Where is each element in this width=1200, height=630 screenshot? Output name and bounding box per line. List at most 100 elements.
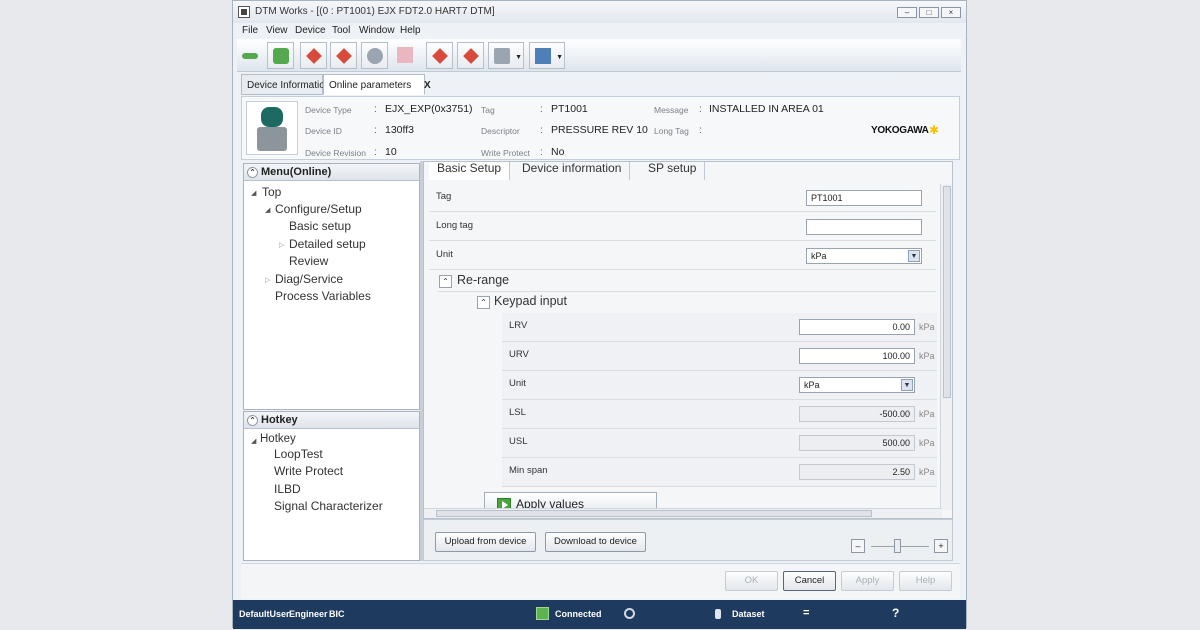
menu-window[interactable]: Window [359, 25, 395, 36]
expanded-caret-icon[interactable]: ◢ [251, 189, 256, 197]
chevron-down-icon[interactable]: ▼ [901, 379, 913, 391]
tab-device-information[interactable]: Device Information [241, 74, 330, 95]
zoom-out-icon[interactable]: – [851, 539, 865, 553]
usl-row: USL 500.00 kPa [502, 429, 937, 458]
write-protect-value: No [551, 146, 565, 158]
unit2-row: Unit kPa ▼ [502, 371, 937, 400]
device-revision-label: Device Revision [305, 148, 366, 158]
colon: : [699, 104, 702, 115]
zoom-in-icon[interactable]: + [934, 539, 948, 553]
urv-unit: kPa [919, 351, 935, 361]
upload-device-button[interactable] [300, 42, 327, 69]
hotkey-item-looptest[interactable]: LoopTest [274, 447, 323, 461]
export-icon [432, 48, 448, 64]
lrv-input[interactable]: 0.00 [799, 319, 915, 335]
collapse-icon[interactable]: ⌃ [247, 415, 258, 426]
title-bar: DTM Works - [(0 : PT1001) EJX FDT2.0 HAR… [233, 1, 966, 23]
colon: : [374, 104, 377, 115]
expanded-caret-icon[interactable]: ◢ [265, 206, 270, 214]
unit-row: Unit kPa ▼ [429, 242, 936, 270]
long-tag-input[interactable] [806, 219, 922, 235]
maximize-button[interactable]: □ [919, 7, 939, 18]
horizontal-scrollbar[interactable] [424, 508, 942, 518]
online-connect-button[interactable] [267, 42, 294, 69]
status-code: BIC [329, 609, 345, 619]
download-device-button[interactable] [330, 42, 357, 69]
unit-select[interactable]: kPa ▼ [806, 248, 922, 264]
download-to-device-button[interactable]: Download to device [545, 532, 646, 552]
hotkey-item-signal-characterizer[interactable]: Signal Characterizer [274, 499, 383, 513]
tab-online-parameters[interactable]: Online parameters X [323, 74, 431, 95]
tab-device-information-sub[interactable]: Device information [514, 162, 631, 180]
tree-item-configure-setup[interactable]: Configure/Setup [275, 202, 362, 216]
import-button[interactable] [457, 42, 484, 69]
tree-item-review[interactable]: Review [289, 254, 328, 268]
collapse-icon[interactable]: ⌃ [247, 167, 258, 178]
colon: : [540, 147, 543, 158]
menu-help[interactable]: Help [400, 25, 421, 36]
tag-label: Tag [481, 105, 495, 115]
close-window-button[interactable]: × [941, 7, 961, 18]
upload-from-device-button[interactable]: Upload from device [435, 532, 536, 552]
connect-icon[interactable] [237, 42, 264, 69]
hotkey-item-write-protect[interactable]: Write Protect [274, 464, 343, 478]
tree-item-basic-setup[interactable]: Basic setup [289, 219, 351, 233]
apply-button[interactable]: Apply [841, 571, 894, 591]
database-upload-button[interactable] [361, 42, 388, 69]
unit-field-label: Unit [436, 249, 453, 260]
colon: : [540, 125, 543, 136]
status-bar: DefaultUser Engineer BIC Connected Datas… [233, 600, 966, 629]
tools-dropdown-button[interactable]: ▼ [488, 42, 524, 69]
menu-tool[interactable]: Tool [332, 25, 350, 36]
keypad-collapse-icon[interactable]: ⌃ [477, 296, 490, 309]
tree-item-top[interactable]: Top [262, 185, 281, 199]
yokogawa-logo: YOKOGAWA [871, 125, 929, 136]
hotkey-item-ilbd[interactable]: ILBD [274, 482, 301, 496]
menu-device[interactable]: Device [295, 25, 326, 36]
hotkey-title: Hotkey [261, 414, 298, 426]
expanded-caret-icon[interactable]: ◢ [251, 437, 256, 445]
tag-input[interactable]: PT1001 [806, 190, 922, 206]
unit-select-value: kPa [811, 251, 827, 261]
hotkey-header[interactable]: ⌃ Hotkey [244, 412, 419, 429]
tag-row: Tag PT1001 [429, 184, 936, 212]
status-dataset: Dataset [732, 609, 765, 619]
lsl-value: -500.00 [799, 406, 915, 422]
tree-item-detailed-setup[interactable]: Detailed setup [289, 237, 366, 251]
menu-file[interactable]: File [242, 25, 258, 36]
tab-sp-setup[interactable]: SP setup [640, 162, 706, 180]
lsl-row: LSL -500.00 kPa [502, 400, 937, 429]
menu-online-header[interactable]: ⌃ Menu(Online) [244, 164, 419, 181]
minimize-button[interactable]: – [897, 7, 917, 18]
refresh-icon[interactable] [624, 608, 635, 619]
connect-icon [273, 48, 289, 64]
collapsed-caret-icon[interactable]: ▷ [265, 276, 270, 284]
device-id-value: 130ff3 [385, 124, 415, 136]
chevron-down-icon[interactable]: ▼ [908, 250, 920, 262]
help-question-icon[interactable]: ? [892, 606, 899, 620]
ok-button[interactable]: OK [725, 571, 778, 591]
urv-input[interactable]: 100.00 [799, 348, 915, 364]
lsl-label: LSL [509, 407, 526, 418]
app-icon [238, 6, 250, 18]
print-dropdown-button[interactable]: ▼ [529, 42, 565, 69]
export-button[interactable] [426, 42, 453, 69]
colon: : [540, 104, 543, 115]
help-button[interactable]: Help [899, 571, 952, 591]
write-protect-label: Write Protect [481, 148, 530, 158]
tree-item-diag-service[interactable]: Diag/Service [275, 272, 343, 286]
cancel-button[interactable]: Cancel [783, 571, 836, 591]
hotkey-root[interactable]: Hotkey [260, 433, 296, 445]
tree-item-process-variables[interactable]: Process Variables [275, 289, 371, 303]
rerange-collapse-icon[interactable]: ⌃ [439, 275, 452, 288]
vertical-scrollbar[interactable] [940, 184, 952, 510]
close-tab-icon[interactable]: X [424, 80, 431, 91]
long-tag-label: Long Tag [654, 126, 689, 136]
collapsed-caret-icon[interactable]: ▷ [279, 241, 284, 249]
status-user: DefaultUser [239, 609, 290, 619]
zoom-slider-thumb[interactable] [893, 539, 901, 553]
tab-basic-setup[interactable]: Basic Setup [429, 162, 511, 180]
unit2-select[interactable]: kPa ▼ [799, 377, 915, 393]
menu-view[interactable]: View [266, 25, 288, 36]
device-revision-value: 10 [385, 146, 397, 158]
